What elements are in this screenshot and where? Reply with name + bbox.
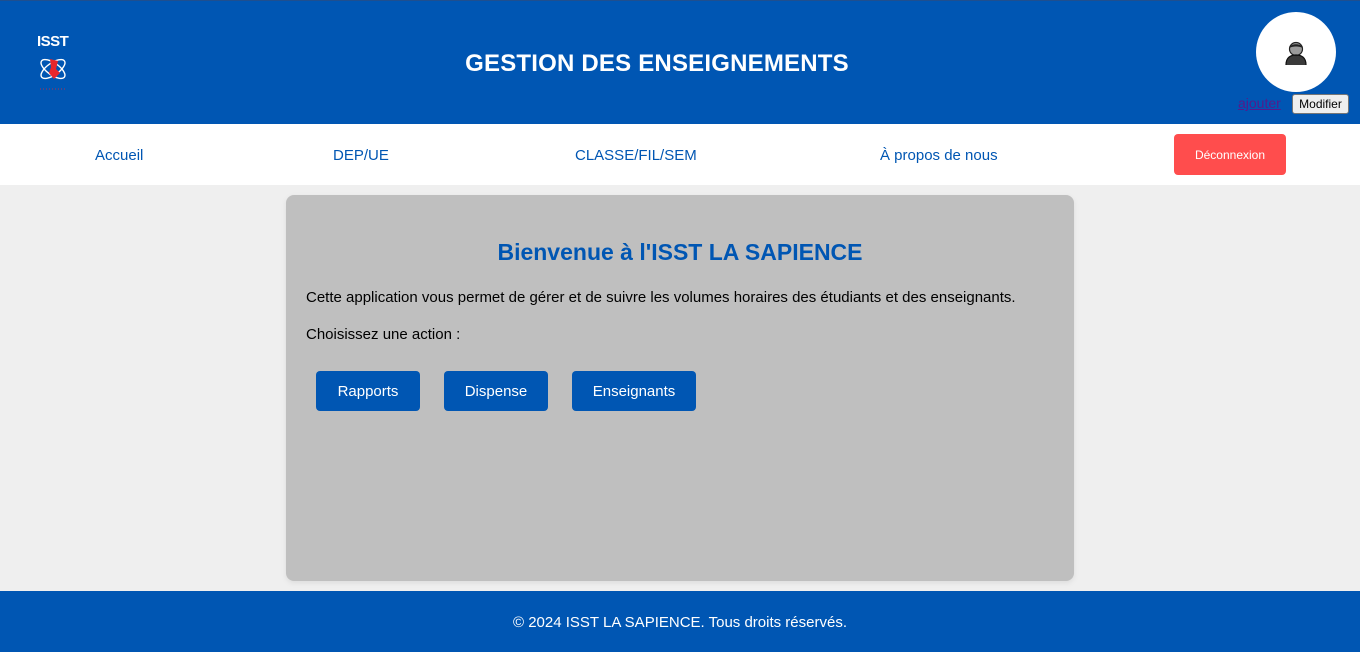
welcome-title: Bienvenue à l'ISST LA SAPIENCE — [497, 239, 863, 265]
nav-dep-ue[interactable]: DEP/UE — [333, 147, 389, 164]
navbar: Accueil DEP/UE CLASSE/FIL/SEM À propos d… — [0, 124, 1360, 185]
logo-text: ISST — [37, 33, 69, 50]
welcome-card: Bienvenue à l'ISST LA SAPIENCE Cette app… — [286, 195, 1074, 581]
page-title: GESTION DES ENSEIGNEMENTS — [465, 50, 849, 77]
action-prompt: Choisissez une action : — [306, 326, 461, 343]
dispense-button[interactable]: Dispense — [444, 371, 548, 411]
footer: © 2024 ISST LA SAPIENCE. Tous droits rés… — [0, 591, 1360, 652]
modify-button[interactable]: Modifier — [1292, 94, 1349, 114]
footer-copyright: © 2024 ISST LA SAPIENCE. Tous droits rés… — [513, 614, 847, 631]
nav-a-propos[interactable]: À propos de nous — [880, 147, 998, 164]
nav-accueil[interactable]: Accueil — [95, 147, 143, 164]
rapports-button[interactable]: Rapports — [316, 371, 420, 411]
enseignants-button[interactable]: Enseignants — [572, 371, 696, 411]
nav-classe-fil-sem[interactable]: CLASSE/FIL/SEM — [575, 147, 697, 164]
user-icon — [1285, 41, 1307, 66]
avatar[interactable] — [1256, 12, 1336, 92]
welcome-description: Cette application vous permet de gérer e… — [306, 289, 1016, 306]
logout-button[interactable]: Déconnexion — [1174, 134, 1286, 175]
header: ISST GESTION DES ENSEIGNEMENTS ajouter M… — [0, 0, 1360, 124]
add-link[interactable]: ajouter — [1238, 95, 1281, 111]
